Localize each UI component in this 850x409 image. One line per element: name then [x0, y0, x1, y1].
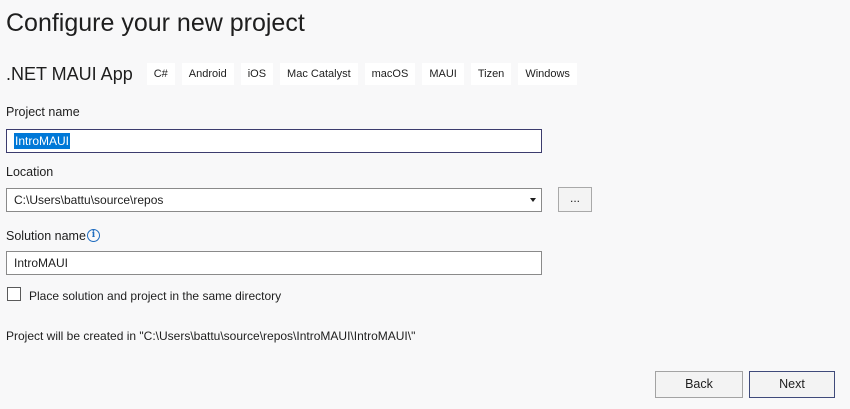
- same-directory-label[interactable]: Place solution and project in the same d…: [29, 288, 281, 304]
- project-name-input[interactable]: IntroMAUI: [6, 129, 542, 153]
- template-name: .NET MAUI App: [6, 64, 133, 84]
- browse-button[interactable]: ...: [558, 187, 592, 212]
- info-icon[interactable]: i: [87, 229, 100, 242]
- location-label: Location: [6, 165, 54, 179]
- chevron-down-icon[interactable]: [530, 198, 536, 202]
- page-title: Configure your new project: [6, 9, 305, 37]
- location-dropdown[interactable]: C:\Users\battu\source\repos: [6, 188, 542, 212]
- location-value: C:\Users\battu\source\repos: [14, 193, 164, 207]
- project-path-info: Project will be created in "C:\Users\bat…: [6, 329, 416, 343]
- tag-android: Android: [181, 63, 234, 85]
- tag-csharp: C#: [146, 63, 175, 85]
- solution-name-value: IntroMAUI: [14, 256, 69, 270]
- tag-mac-catalyst: Mac Catalyst: [280, 63, 358, 85]
- project-name-value: IntroMAUI: [14, 133, 71, 149]
- solution-name-input[interactable]: IntroMAUI: [6, 251, 542, 275]
- same-directory-checkbox[interactable]: [7, 287, 21, 301]
- project-name-label: Project name: [6, 105, 80, 119]
- tag-tizen: Tizen: [470, 63, 512, 85]
- tag-windows: Windows: [518, 63, 577, 85]
- template-info: .NET MAUI App C# Android iOS Mac Catalys…: [6, 62, 584, 86]
- back-button[interactable]: Back: [655, 371, 743, 398]
- tag-ios: iOS: [240, 63, 274, 85]
- next-button[interactable]: Next: [749, 371, 835, 398]
- tag-maui: MAUI: [422, 63, 464, 85]
- solution-name-label: Solution name: [6, 229, 86, 243]
- tag-macos: macOS: [364, 63, 416, 85]
